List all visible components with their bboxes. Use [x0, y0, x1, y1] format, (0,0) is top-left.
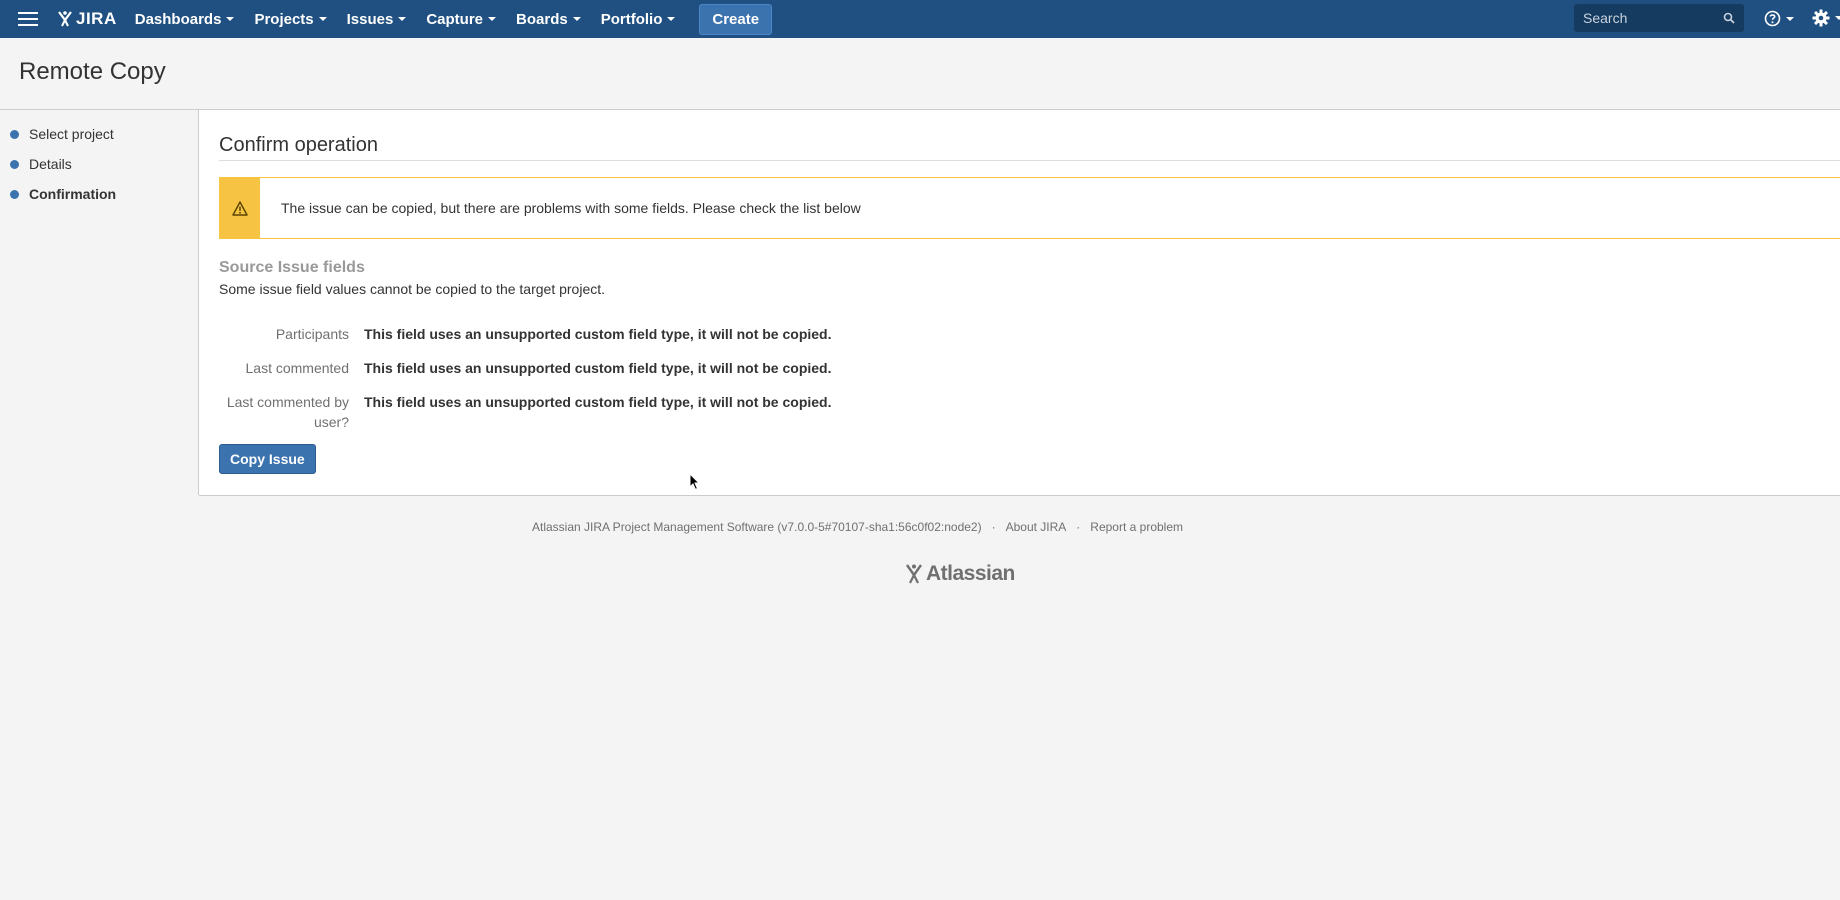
step-bullet-icon [10, 189, 19, 199]
mouse-cursor-icon [689, 473, 701, 491]
nav-projects[interactable]: Projects [254, 11, 327, 28]
search-icon[interactable] [1723, 12, 1735, 24]
jira-logo[interactable]: JIRA [56, 9, 117, 29]
field-row: Participants This field uses an unsuppor… [219, 324, 1119, 344]
warning-message: The issue can be copied, but there are p… [219, 177, 1840, 239]
field-message: This field uses an unsupported custom fi… [364, 326, 832, 342]
atlassian-logo-text: Atlassian [926, 562, 1015, 585]
step-details[interactable]: Details [10, 156, 72, 172]
gear-icon [1812, 9, 1830, 27]
footer-version-text: Atlassian JIRA Project Management Softwa… [531, 520, 982, 534]
caret-down-icon [318, 17, 327, 21]
step-bullet-icon [10, 129, 19, 139]
nav-capture[interactable]: Capture [426, 11, 497, 28]
about-jira-link[interactable]: About JIRA [1006, 520, 1067, 534]
search-input[interactable] [1574, 9, 1725, 27]
warning-text: The issue can be copied, but there are p… [281, 200, 861, 216]
atlassian-logo: Atlassian [904, 562, 1015, 586]
copy-issue-button[interactable]: Copy Issue [219, 444, 316, 474]
footer-separator: · [1076, 520, 1081, 534]
footer-separator: · [991, 520, 996, 534]
field-message: This field uses an unsupported custom fi… [364, 360, 832, 376]
field-row: Last commented This field uses an unsupp… [219, 358, 1119, 378]
main-content: Confirm operation The issue can be copie… [199, 110, 1840, 496]
caret-down-icon [398, 17, 407, 21]
section-heading: Confirm operation [219, 134, 378, 156]
create-button[interactable]: Create [699, 3, 773, 35]
logo-text: JIRA [76, 9, 117, 28]
divider [219, 160, 1840, 161]
page-title: Remote Copy [19, 58, 166, 85]
step-label: Confirmation [29, 186, 117, 202]
step-label: Details [29, 156, 72, 172]
step-bullet-icon [10, 159, 19, 169]
help-icon[interactable] [1764, 10, 1794, 27]
nav-dashboards[interactable]: Dashboards [135, 11, 235, 28]
warning-icon [232, 200, 248, 216]
field-message: This field uses an unsupported custom fi… [364, 394, 832, 410]
atlassian-logo-icon [906, 564, 922, 584]
warning-icon-panel [220, 178, 260, 238]
footer: Atlassian JIRA Project Management Softwa… [0, 520, 1840, 534]
top-navigation-bar: JIRA Dashboards Projects Issues Capture … [0, 0, 1840, 39]
question-icon [1764, 10, 1781, 27]
step-label: Select project [29, 126, 114, 142]
caret-down-icon [1835, 16, 1840, 20]
step-confirmation[interactable]: Confirmation [10, 186, 116, 202]
nav-issues[interactable]: Issues [347, 11, 407, 28]
caret-down-icon [1786, 16, 1794, 21]
source-fields-title: Source Issue fields [219, 259, 365, 276]
wizard-steps-sidebar: Select project Details Confirmation [0, 110, 199, 495]
field-label: Last commented [245, 360, 350, 376]
jira-logo-icon [58, 11, 72, 27]
settings-gear-icon[interactable] [1812, 9, 1840, 27]
caret-down-icon [226, 17, 235, 21]
caret-down-icon [488, 17, 497, 21]
field-label: Last commented by user? [226, 394, 349, 430]
field-row: Last commented by user? This field uses … [219, 392, 1119, 432]
caret-down-icon [572, 17, 581, 21]
footer-links: Atlassian JIRA Project Management Softwa… [0, 520, 1840, 534]
nav-boards[interactable]: Boards [516, 11, 581, 28]
step-select-project[interactable]: Select project [10, 126, 114, 142]
field-label: Participants [275, 326, 349, 342]
menu-icon[interactable] [18, 12, 38, 26]
caret-down-icon [667, 17, 676, 21]
nav-portfolio[interactable]: Portfolio [601, 11, 676, 28]
search-box [1574, 4, 1744, 32]
source-fields-description: Some issue field values cannot be copied… [219, 281, 606, 297]
page-header: Remote Copy [0, 38, 1840, 110]
report-problem-link[interactable]: Report a problem [1090, 520, 1183, 534]
